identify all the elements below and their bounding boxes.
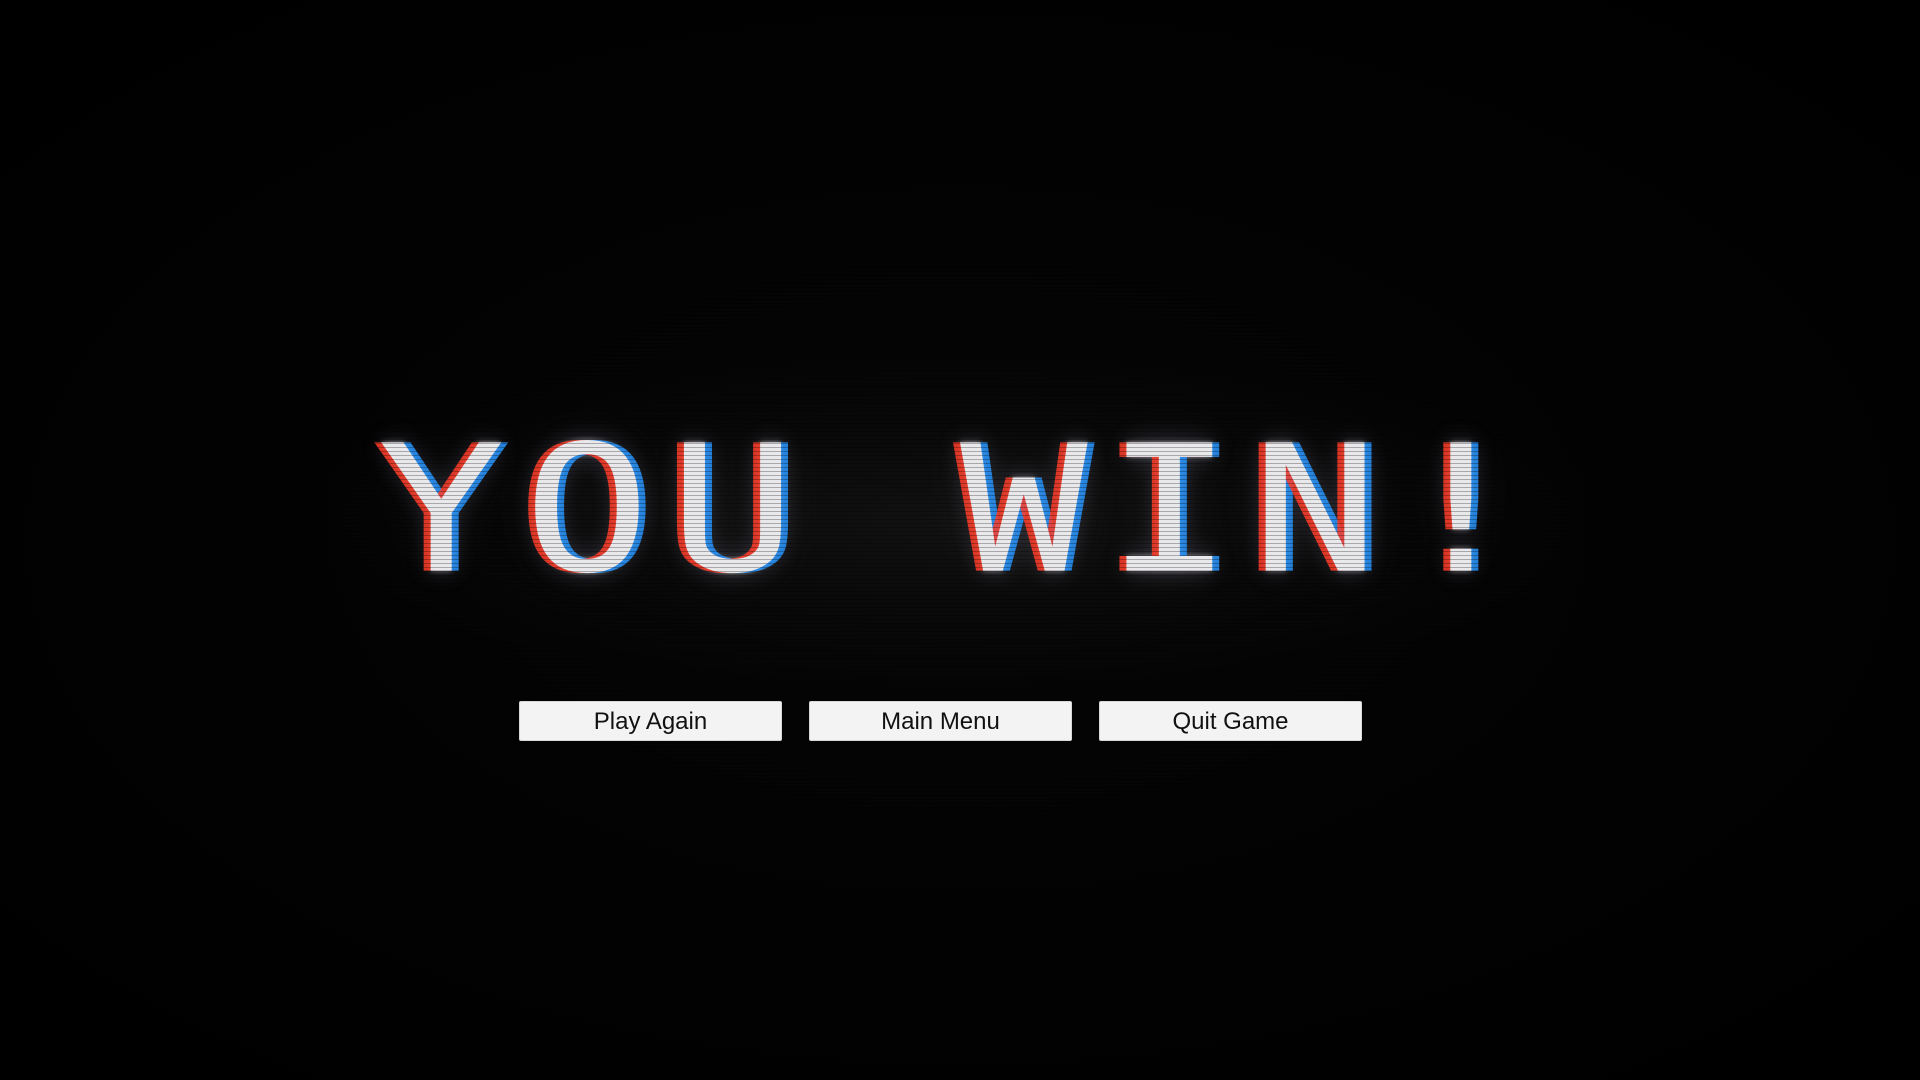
quit-game-button[interactable]: Quit Game — [1099, 701, 1362, 741]
menu-button-row: Play Again Main Menu Quit Game — [519, 701, 1362, 741]
win-title: YOU WIN! — [377, 407, 1543, 613]
game-over-screen: YOU WIN! Play Again Main Menu Quit Game — [0, 0, 1920, 1080]
main-menu-button[interactable]: Main Menu — [809, 701, 1072, 741]
play-again-button[interactable]: Play Again — [519, 701, 782, 741]
